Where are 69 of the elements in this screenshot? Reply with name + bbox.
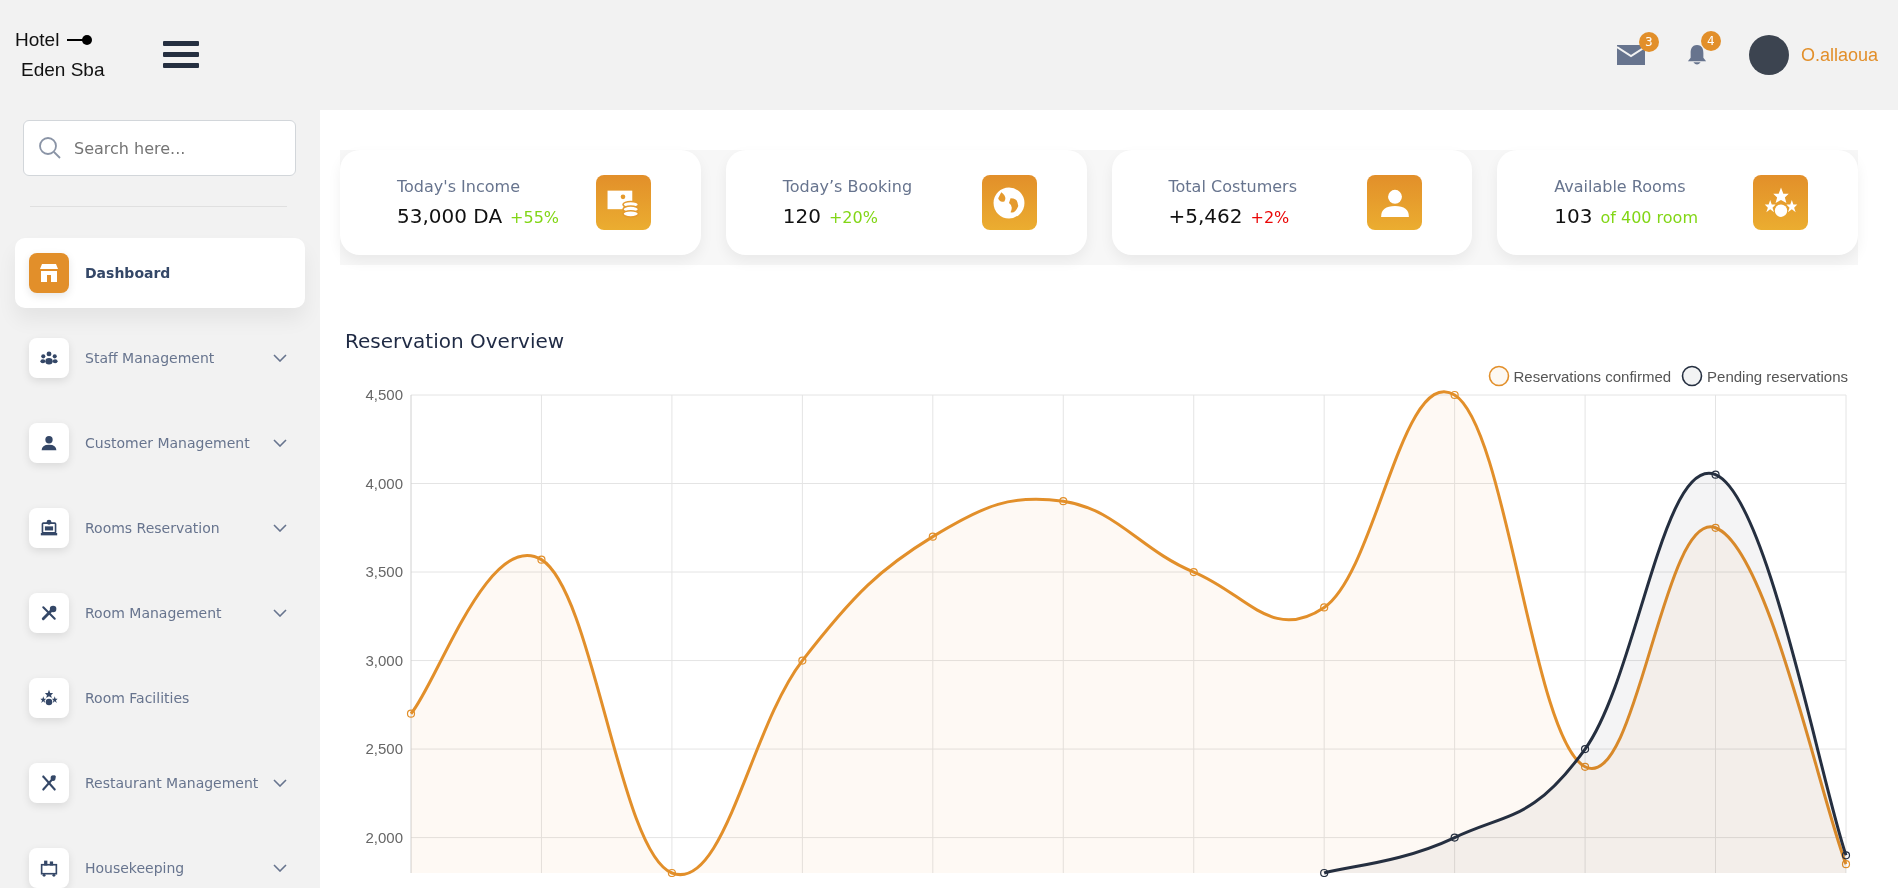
- point: [406, 709, 416, 718]
- point: [1580, 762, 1590, 771]
- shop-icon: [38, 262, 60, 284]
- globe-icon: [992, 185, 1026, 220]
- point: [928, 532, 937, 541]
- y-tick-label: 3,500: [365, 563, 403, 581]
- stars-icon: [40, 689, 58, 707]
- y-tick-label: 2,500: [365, 740, 403, 758]
- search-icon: [38, 136, 62, 160]
- point: [1320, 868, 1329, 877]
- stat-value: 53,000 DA: [397, 204, 503, 228]
- stat-value: +5,462: [1168, 204, 1243, 228]
- point: [667, 868, 677, 877]
- notification-count-badge: 4: [1700, 31, 1721, 51]
- brand-name: Eden Sba: [20, 58, 106, 82]
- tools-icon: [40, 604, 58, 622]
- stat-change: +20%: [828, 208, 878, 227]
- point: [1189, 567, 1198, 577]
- person-icon: [40, 434, 58, 452]
- point: [1841, 851, 1851, 860]
- stat-label: Available Rooms: [1554, 177, 1687, 196]
- y-tick-label: 3,000: [365, 651, 403, 669]
- mail-count-badge: 3: [1638, 32, 1659, 52]
- sidebar-item[interactable]: Room Facilities: [15, 663, 305, 733]
- stat-change: +55%: [510, 208, 560, 227]
- stat-value: 120: [782, 204, 821, 228]
- group-icon: [40, 349, 58, 367]
- laptop-icon: [40, 519, 58, 537]
- chart-title: Reservation Overview: [345, 329, 566, 353]
- sidebar-item[interactable]: Customer Management: [15, 408, 305, 478]
- y-tick-label: 2,000: [365, 828, 403, 846]
- sidebar-item[interactable]: Restaurant Management: [15, 748, 305, 818]
- sidebar-item[interactable]: Housekeeping: [15, 833, 305, 888]
- point: [537, 555, 546, 564]
- stat-label: Today’s Booking: [782, 177, 913, 196]
- point: [798, 656, 807, 665]
- point: [1450, 390, 1459, 400]
- menu-icon[interactable]: [163, 41, 199, 69]
- stat-label: Total Costumers: [1168, 177, 1297, 196]
- user-name-link[interactable]: O.allaoua: [1800, 44, 1878, 66]
- y-tick-label: 4,500: [365, 387, 403, 403]
- cutlery-icon: [40, 774, 58, 792]
- cart-icon: [40, 859, 58, 877]
- point: [1580, 744, 1590, 754]
- sidebar-item[interactable]: Room Management: [15, 578, 305, 648]
- bell-icon[interactable]: [1686, 44, 1707, 66]
- mail-icon[interactable]: [1616, 45, 1645, 65]
- stat-label: Today's Income: [397, 177, 521, 196]
- point: [1450, 833, 1459, 842]
- point: [1711, 470, 1720, 479]
- sidebar-item[interactable]: Rooms Reservation: [15, 493, 305, 563]
- point: [1059, 497, 1068, 506]
- stat-change: of 400 room: [1600, 208, 1698, 227]
- sidebar-item[interactable]: Staff Management: [15, 323, 305, 393]
- brand-name: Hotel: [15, 28, 60, 52]
- legend-label: Reservations confirmed: [1513, 367, 1672, 385]
- legend-label: Pending reservations: [1707, 367, 1848, 385]
- pin-icon: [67, 34, 94, 46]
- y-tick-label: 4,000: [365, 474, 403, 492]
- point: [1320, 603, 1329, 612]
- point: [1841, 860, 1851, 869]
- point: [1711, 523, 1720, 532]
- search-field[interactable]: Search here...: [23, 120, 296, 176]
- legend-marker-icon: [1487, 365, 1510, 387]
- stat-change: +2%: [1250, 208, 1290, 227]
- avatar[interactable]: [1748, 35, 1789, 75]
- legend-marker-icon: [1681, 365, 1704, 387]
- sidebar-item[interactable]: Dashboard: [15, 238, 305, 308]
- stat-value: 103: [1554, 204, 1593, 228]
